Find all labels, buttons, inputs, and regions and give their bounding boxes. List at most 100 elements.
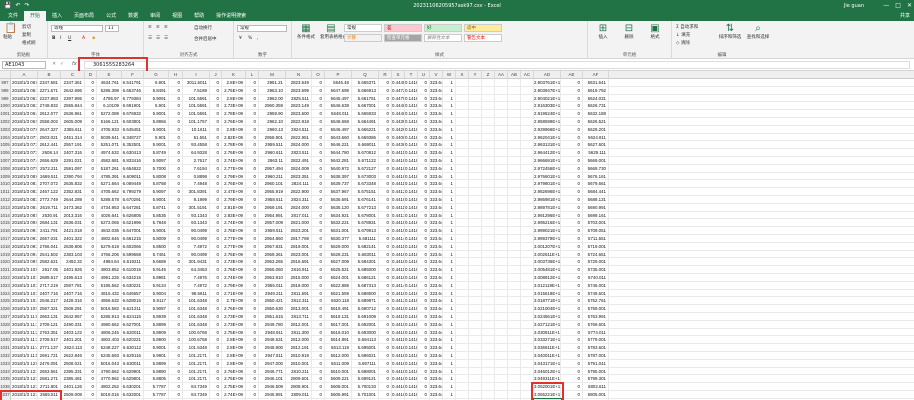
cell[interactable] (456, 118, 469, 126)
cell[interactable]: 0 (379, 110, 392, 118)
cell[interactable]: 0 (85, 141, 97, 150)
column-header-t[interactable]: T (405, 71, 418, 79)
cell[interactable]: 2619.711 (38, 203, 61, 212)
cell[interactable]: 2960.101 (259, 180, 286, 189)
cell[interactable]: 0.4418 (392, 328, 405, 337)
cell[interactable]: 5.667001 (352, 102, 379, 111)
cell[interactable]: 0 (246, 211, 259, 220)
cell[interactable]: 0 (312, 305, 325, 313)
column-header-q[interactable]: Q (352, 71, 379, 79)
cell[interactable]: 2957.494 (259, 164, 286, 173)
cell[interactable]: 5608.001 (325, 383, 352, 391)
cell[interactable] (508, 188, 521, 196)
cell[interactable]: 2622.846 (61, 352, 85, 360)
cell[interactable]: 0 (418, 157, 430, 165)
cell[interactable] (495, 367, 508, 376)
cell[interactable]: 0 (246, 250, 259, 259)
cell[interactable]: 2.986981E+12 (534, 196, 561, 204)
cell[interactable]: 7.4972 (183, 242, 210, 251)
cell[interactable]: 5614.891 (325, 336, 352, 345)
cell[interactable]: 0 (312, 297, 325, 306)
cell[interactable]: 0 (312, 172, 325, 181)
cell[interactable]: 0 (312, 110, 325, 118)
tab-insert[interactable]: 插入 (46, 11, 68, 21)
cell[interactable]: 5646.638 (325, 102, 352, 111)
cell[interactable]: 0 (418, 102, 430, 111)
cell[interactable]: 0 (312, 352, 325, 360)
cell[interactable]: 0 (312, 258, 325, 267)
font-color-icon[interactable]: A (82, 36, 85, 41)
cell[interactable]: 0 (312, 313, 325, 321)
column-header-af[interactable]: AF (583, 71, 609, 79)
cell[interactable]: 101.5591 (183, 94, 210, 103)
cell[interactable]: 0 (85, 375, 97, 384)
cell[interactable]: 0 (379, 242, 392, 251)
cell[interactable]: 2018/1/3 08:5 (11, 211, 38, 220)
cell[interactable]: 2347.581 (38, 79, 61, 87)
cell[interactable]: 0 (169, 227, 183, 235)
cell[interactable]: 0 (169, 320, 183, 329)
cell[interactable]: 0 (312, 235, 325, 243)
cell[interactable] (495, 320, 508, 329)
column-header-aa[interactable]: AA (495, 71, 508, 79)
cell[interactable]: 0 (246, 203, 259, 212)
cell[interactable] (469, 258, 482, 267)
cell[interactable]: 84.7349 (183, 391, 210, 399)
cell[interactable]: 0.8898 (183, 172, 210, 181)
cell[interactable]: 2950.421 (259, 297, 286, 306)
cell[interactable]: 0 (561, 133, 583, 142)
cell[interactable]: 0 (312, 180, 325, 189)
cell[interactable] (456, 305, 469, 313)
cell[interactable] (508, 367, 521, 376)
cell[interactable]: 6.630221 (122, 281, 144, 290)
cell[interactable]: 0 (169, 274, 183, 282)
cell[interactable]: 2.76E+09 (222, 266, 246, 274)
cell[interactable]: 5617.001 (325, 320, 352, 329)
row-header[interactable]: 1027 (0, 313, 11, 321)
cell[interactable]: 5619.491 (325, 305, 352, 313)
cell[interactable]: 2825.511 (286, 94, 312, 103)
cell[interactable] (521, 188, 534, 196)
cell[interactable]: 2.78E+09 (222, 110, 246, 118)
cell[interactable]: 0 (418, 196, 430, 204)
maximize-button[interactable]: □ (895, 2, 901, 9)
cell[interactable]: 2766.041 (38, 242, 61, 251)
cell[interactable]: 5.901 (144, 102, 169, 111)
cell[interactable]: 0 (379, 102, 392, 111)
cell[interactable] (456, 164, 469, 173)
cell[interactable]: 0.4414 (392, 281, 405, 290)
cell[interactable] (495, 118, 508, 126)
cell[interactable]: 5.673348 (352, 180, 379, 189)
cell[interactable]: 5.677213 (352, 203, 379, 212)
cell[interactable]: 323.6462 (430, 180, 443, 189)
cell[interactable] (508, 141, 521, 150)
sort-filter-button[interactable]: ⇅ 排序和筛选 (718, 23, 742, 40)
cell[interactable]: 2018/1/3 09:4 (11, 250, 38, 259)
cell[interactable]: 1 (443, 258, 456, 267)
cell[interactable]: 0 (246, 164, 259, 173)
cell[interactable]: 2823.001 (286, 250, 312, 259)
cell[interactable]: 2.972456E+12 (534, 164, 561, 173)
cell[interactable] (482, 320, 495, 329)
cell[interactable]: 0 (210, 281, 222, 290)
cell[interactable]: 0 (561, 102, 583, 111)
cell[interactable] (521, 203, 534, 212)
cell[interactable] (521, 110, 534, 118)
cell[interactable]: 0 (561, 94, 583, 103)
cell[interactable]: 5676.161 (583, 172, 609, 181)
cell[interactable]: 0 (210, 274, 222, 282)
cell[interactable]: 5642.281 (325, 157, 352, 165)
cell[interactable] (469, 211, 482, 220)
cell[interactable]: 1 (443, 313, 456, 321)
cell[interactable]: 2953.265 (259, 258, 286, 267)
cell[interactable]: 5669.001 (583, 157, 609, 165)
cell[interactable]: 0 (312, 196, 325, 204)
cell[interactable]: 5783.601 (583, 344, 609, 352)
cell[interactable]: 5634.921 (325, 211, 352, 220)
row-header[interactable]: 1030 (0, 336, 11, 345)
cell[interactable]: 0 (418, 274, 430, 282)
cell[interactable] (469, 157, 482, 165)
cell[interactable]: 5285.913 (97, 313, 122, 321)
cell[interactable]: 323.6462 (430, 391, 443, 399)
cell[interactable]: 2018/1/3 10:1 (11, 274, 38, 282)
